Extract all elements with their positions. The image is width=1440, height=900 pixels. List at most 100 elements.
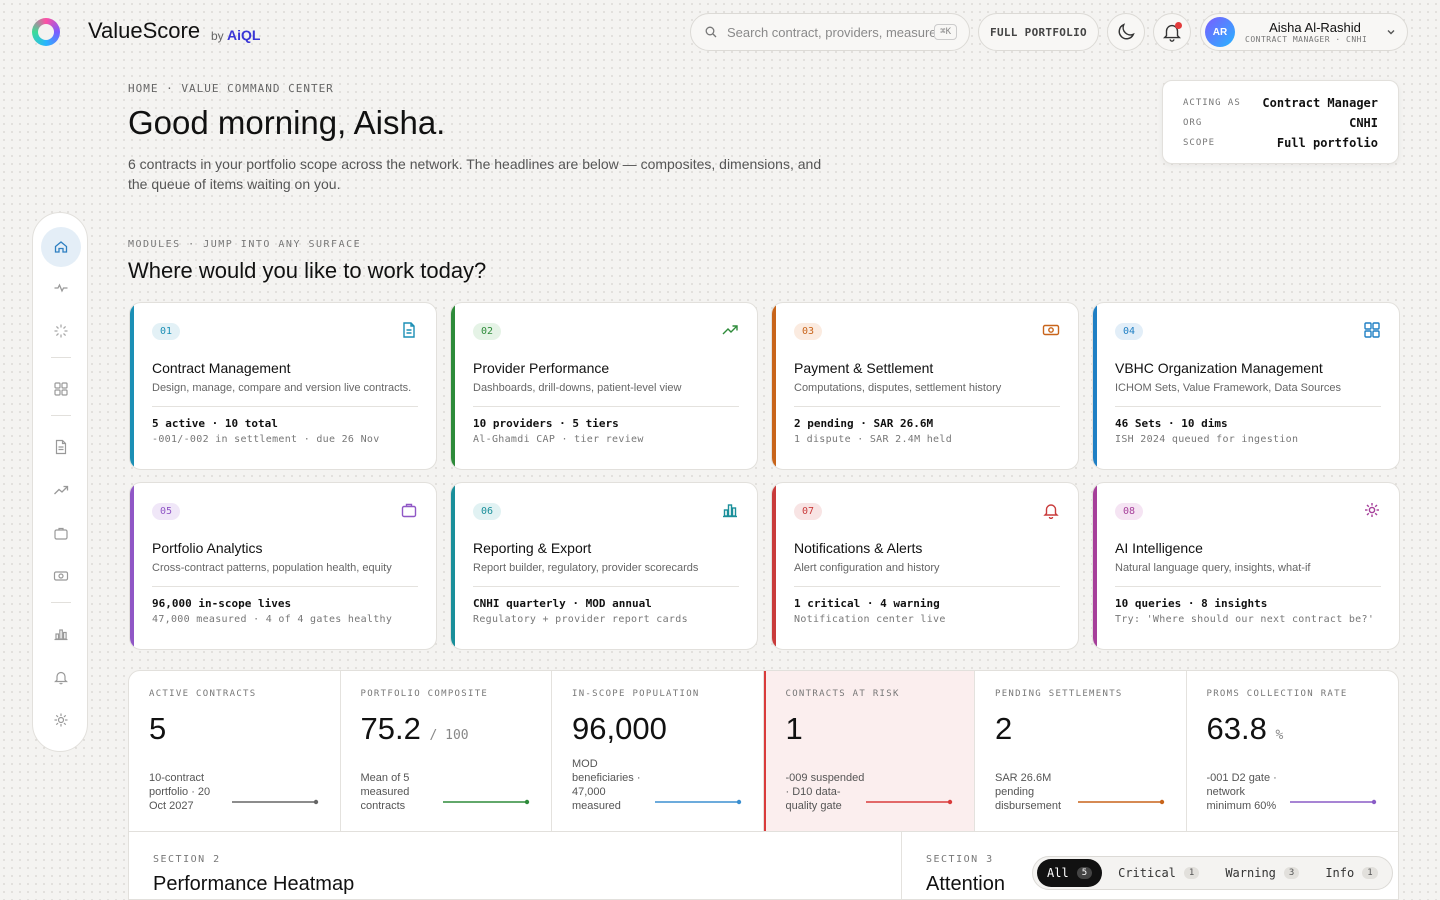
- card-stat: 10 providers · 5 tiers: [473, 417, 619, 430]
- theme-toggle-button[interactable]: [1107, 13, 1145, 51]
- kpi-tile[interactable]: ACTIVE CONTRACTS 5 10-contract portfolio…: [129, 671, 341, 831]
- module-card[interactable]: 04 VBHC Organization Management ICHOM Se…: [1092, 302, 1400, 470]
- nav-divider: [51, 602, 71, 603]
- sparkle-icon: [54, 713, 68, 727]
- search-bar[interactable]: ⌘K: [690, 13, 970, 51]
- briefcase-icon: [400, 501, 418, 519]
- card-description: Design, manage, compare and version live…: [152, 382, 418, 407]
- card-stat: CNHI quarterly · MOD annual: [473, 597, 652, 610]
- filter-label: Critical: [1118, 866, 1176, 880]
- filter-all[interactable]: All 5: [1037, 859, 1103, 887]
- nav-activity[interactable]: [41, 270, 81, 306]
- kpi-number: 1: [785, 711, 803, 746]
- nav-alerts[interactable]: [41, 659, 81, 695]
- card-substat: ISH 2024 queued for ingestion: [1115, 434, 1299, 445]
- card-number: 08: [1115, 503, 1144, 520]
- bell-icon: [1042, 501, 1060, 520]
- acting-row: ORG CNHI: [1183, 113, 1378, 133]
- acting-key: SCOPE: [1183, 138, 1216, 148]
- home-icon: [54, 241, 68, 253]
- nav-divider: [51, 415, 71, 416]
- card-description: Dashboards, drill-downs, patient-level v…: [473, 382, 739, 407]
- bar-chart-icon: [54, 629, 68, 641]
- nav-loader[interactable]: [41, 313, 81, 349]
- notifications-button[interactable]: [1153, 13, 1191, 51]
- kpi-footnote: MOD beneficiaries · 47,000 measured: [572, 758, 641, 812]
- kpi-value: 96,000: [572, 711, 743, 747]
- user-menu[interactable]: AR Aisha Al-Rashid CONTRACT MANAGER · CN…: [1200, 13, 1408, 51]
- card-stat: 1 critical · 4 warning: [794, 597, 940, 610]
- card-number: 05: [152, 503, 181, 520]
- document-icon: [400, 321, 418, 339]
- nav-contracts[interactable]: [41, 429, 81, 465]
- nav-reporting[interactable]: [41, 616, 81, 652]
- module-card[interactable]: 03 Payment & Settlement Computations, di…: [771, 302, 1079, 470]
- app-logo-icon[interactable]: [32, 18, 60, 46]
- section-eyebrow: SECTION 2: [153, 854, 221, 865]
- acting-value: Contract Manager: [1262, 96, 1378, 110]
- card-description: Alert configuration and history: [794, 562, 1060, 587]
- kpi-sparkline: [443, 799, 530, 805]
- kpi-value: 75.2 / 100: [361, 711, 532, 747]
- acting-key: ORG: [1183, 118, 1203, 128]
- kpi-number: 2: [995, 711, 1013, 746]
- kpi-value: 1: [786, 711, 955, 747]
- card-substat: 1 dispute · SAR 2.4M held: [794, 434, 953, 445]
- nav-ai[interactable]: [41, 702, 81, 738]
- filter-critical[interactable]: Critical 1: [1108, 859, 1209, 887]
- sparkle-icon: [1363, 501, 1381, 519]
- filter-count: 5: [1076, 867, 1093, 879]
- card-number: 04: [1115, 323, 1144, 340]
- kpi-tile[interactable]: PROMS COLLECTION RATE 63.8 % -001 D2 gat…: [1187, 671, 1399, 831]
- brand-name: ValueScore: [88, 18, 201, 43]
- attention-filters: All 5 Critical 1 Warning 3 Info 1: [1032, 856, 1393, 890]
- kpi-tile[interactable]: PORTFOLIO COMPOSITE 75.2 / 100 Mean of 5…: [341, 671, 552, 831]
- acting-value: Full portfolio: [1276, 136, 1378, 150]
- module-card[interactable]: 07 Notifications & Alerts Alert configur…: [771, 482, 1079, 650]
- kpi-tile[interactable]: CONTRACTS AT RISK 1 -009 suspended · D10…: [763, 671, 975, 831]
- section-title: Performance Heatmap: [153, 873, 355, 895]
- kpi-sparkline: [1290, 799, 1377, 805]
- nav-payments[interactable]: [41, 558, 81, 594]
- grid-icon: [54, 382, 68, 396]
- kpi-footnote: Mean of 5 measured contracts: [360, 772, 410, 812]
- card-title: VBHC Organization Management: [1115, 360, 1323, 376]
- kpi-label: PROMS COLLECTION RATE: [1206, 689, 1348, 699]
- scope-button[interactable]: FULL PORTFOLIO: [978, 13, 1099, 51]
- filter-info[interactable]: Info 1: [1315, 859, 1387, 887]
- card-accent: [451, 303, 455, 469]
- card-title: Notifications & Alerts: [794, 540, 923, 556]
- filter-count: 1: [1183, 867, 1200, 879]
- kpi-sparkline: [1077, 799, 1164, 805]
- user-role: CONTRACT MANAGER · CNHI: [1245, 35, 1368, 44]
- document-icon: [55, 439, 67, 455]
- card-description: Report builder, regulatory, provider sco…: [473, 562, 739, 587]
- nav-grid[interactable]: [41, 371, 81, 407]
- module-card[interactable]: 06 Reporting & Export Report builder, re…: [450, 482, 758, 650]
- modules-title: Where would you like to work today?: [128, 258, 487, 283]
- kpi-tile[interactable]: IN-SCOPE POPULATION 96,000 MOD beneficia…: [552, 671, 764, 831]
- card-title: Portfolio Analytics: [152, 540, 263, 556]
- kpi-tile[interactable]: PENDING SETTLEMENTS 2 SAR 26.6M pending …: [975, 671, 1187, 831]
- kpi-value: 63.8 %: [1207, 711, 1379, 747]
- filter-warning[interactable]: Warning 3: [1215, 859, 1309, 887]
- modules-eyebrow: MODULES · JUMP INTO ANY SURFACE: [128, 239, 362, 250]
- breadcrumb: HOME · VALUE COMMAND CENTER: [128, 82, 334, 95]
- nav-portfolio[interactable]: [41, 515, 81, 551]
- module-card[interactable]: 02 Provider Performance Dashboards, dril…: [450, 302, 758, 470]
- kpi-footnote: -009 suspended · D10 data-quality gate: [785, 772, 865, 812]
- module-card[interactable]: 08 AI Intelligence Natural language quer…: [1092, 482, 1400, 650]
- card-title: Reporting & Export: [473, 540, 592, 556]
- nav-home[interactable]: [41, 227, 81, 267]
- card-stat: 2 pending · SAR 26.6M: [794, 417, 934, 430]
- search-input[interactable]: [727, 24, 935, 40]
- module-card[interactable]: 05 Portfolio Analytics Cross-contract pa…: [129, 482, 437, 650]
- kpi-label: IN-SCOPE POPULATION: [572, 689, 700, 699]
- module-card[interactable]: 01 Contract Management Design, manage, c…: [129, 302, 437, 470]
- kpi-label: PORTFOLIO COMPOSITE: [360, 689, 489, 699]
- filter-label: Info: [1325, 866, 1355, 880]
- moon-icon: [1118, 23, 1135, 40]
- filter-count: 3: [1283, 867, 1300, 879]
- kpi-suffix: %: [1275, 728, 1284, 743]
- nav-performance[interactable]: [41, 472, 81, 508]
